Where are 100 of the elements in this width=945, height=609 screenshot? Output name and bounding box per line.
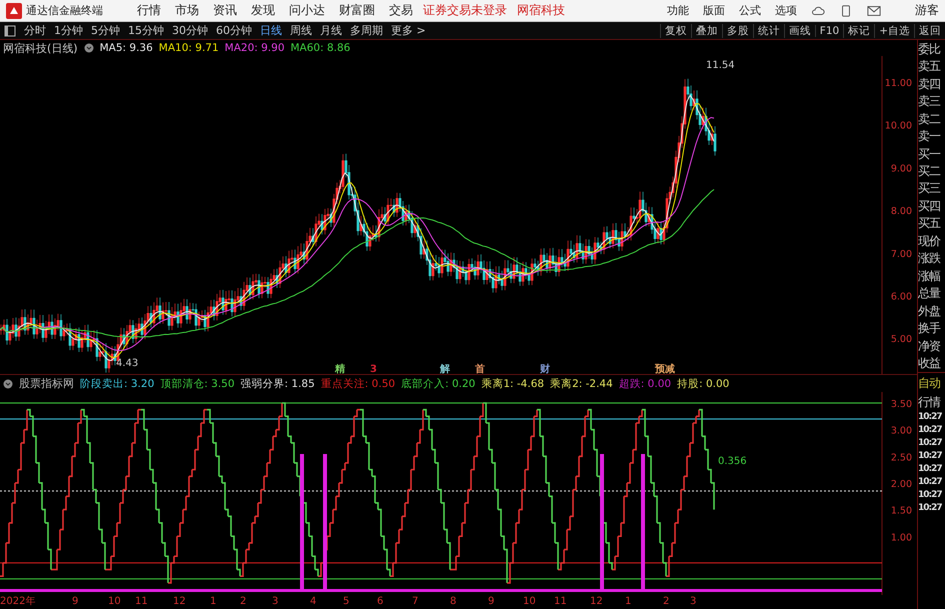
event-tag[interactable]: 解 xyxy=(440,364,450,374)
price-axis-label: 6.00 xyxy=(890,292,912,302)
period-tab[interactable]: 60分钟 xyxy=(216,23,252,38)
moving-average-value: MA20: 9.90 xyxy=(224,42,284,54)
menu-item[interactable]: 财富圈 xyxy=(339,2,375,19)
menu-item[interactable]: 问小达 xyxy=(289,2,325,19)
quote-field-label[interactable]: 净资 xyxy=(918,338,945,353)
event-tag[interactable]: 预减 xyxy=(655,364,675,374)
trade-time: 10:27 xyxy=(918,490,943,500)
trade-time: 10:27 xyxy=(918,412,943,422)
indicator-reading: 0.356 xyxy=(718,456,747,467)
quote-field-label[interactable]: 买三 xyxy=(918,181,945,196)
quote-field-label[interactable]: 卖五 xyxy=(918,59,945,74)
indicator-axis-label: 3.50 xyxy=(890,399,912,410)
tool-button[interactable]: 画线 xyxy=(784,24,811,38)
cloud-icon[interactable] xyxy=(811,4,825,16)
quote-field-label[interactable]: 买一 xyxy=(918,146,945,161)
quote-field-label[interactable]: 卖一 xyxy=(918,129,945,144)
tool-button[interactable]: 叠加 xyxy=(690,24,718,38)
date-axis-label: 10 xyxy=(523,595,536,609)
tool-button[interactable]: 多股 xyxy=(722,24,749,38)
price-axis-label: 5.00 xyxy=(890,334,912,346)
period-tab[interactable]: 1分钟 xyxy=(54,23,83,38)
date-axis-label: 11 xyxy=(135,595,148,609)
notice-link[interactable]: 网宿科技 xyxy=(517,2,565,19)
mail-icon[interactable] xyxy=(867,4,881,16)
date-axis-label: 1 xyxy=(625,595,632,609)
menu-item[interactable]: 发现 xyxy=(251,2,275,19)
user-label[interactable]: 游客 xyxy=(915,2,939,19)
quote-field-label[interactable]: 现价 xyxy=(918,234,945,248)
indicator-value: 乘离1: -4.68 xyxy=(481,376,544,390)
tool-button[interactable]: 返回 xyxy=(914,24,941,38)
phone-icon[interactable] xyxy=(839,4,853,16)
date-axis-label: 12 xyxy=(590,595,603,609)
settings-icon[interactable] xyxy=(84,43,94,53)
indicator-value: 底部介入: 0.20 xyxy=(401,376,476,390)
indicator-axis-label: 2.00 xyxy=(890,478,912,490)
indicator-value: 持股: 0.00 xyxy=(677,376,730,390)
period-tab[interactable]: 周线 xyxy=(290,23,312,38)
indicator-value: 顶部清仓: 3.50 xyxy=(160,376,235,390)
tool-button[interactable]: 复权 xyxy=(660,24,687,38)
period-tab[interactable]: 月线 xyxy=(320,23,342,38)
date-axis-label: 2 xyxy=(663,595,670,609)
trade-panel-label: 行情 xyxy=(918,395,942,409)
date-axis-label: 2 xyxy=(240,595,246,609)
menu-item[interactable]: 版面 xyxy=(703,3,725,18)
event-tag[interactable]: 财 xyxy=(540,364,550,374)
moving-average-value: MA10: 9.71 xyxy=(158,42,219,54)
indicator-name: 股票指标网 xyxy=(19,376,74,391)
date-axis-label: 3 xyxy=(690,595,696,609)
quote-field-label[interactable]: 卖三 xyxy=(918,94,945,108)
tool-button[interactable]: F10 xyxy=(814,24,840,36)
quote-field-label[interactable]: 买二 xyxy=(918,164,945,178)
menu-item[interactable]: 资讯 xyxy=(213,2,237,19)
date-axis-label: 9 xyxy=(488,595,494,609)
period-tab[interactable]: 分时 xyxy=(24,23,46,38)
quote-field-label[interactable]: 总量 xyxy=(918,286,945,300)
menu-item[interactable]: 选项 xyxy=(775,3,797,18)
event-tag[interactable]: 3 xyxy=(370,364,377,374)
event-tag[interactable]: 精 xyxy=(335,364,345,374)
quote-field-label[interactable]: 换手 xyxy=(918,321,945,336)
quote-field-label[interactable]: 卖二 xyxy=(918,112,945,126)
quote-field-label[interactable]: 买四 xyxy=(918,198,945,213)
indicator-axis-label: 3.00 xyxy=(890,426,912,437)
menu-item[interactable]: 行情 xyxy=(137,2,161,19)
quote-field-label[interactable]: 买五 xyxy=(918,216,945,230)
menu-item[interactable]: 市场 xyxy=(175,2,199,19)
quote-field-label[interactable]: 收益 xyxy=(918,356,945,370)
menu-item[interactable]: 公式 xyxy=(739,3,761,18)
settings-icon[interactable] xyxy=(3,378,13,388)
period-tab[interactable]: 多周期 xyxy=(350,23,383,38)
app-title: 通达信金融终端 xyxy=(26,3,103,18)
indicator-axis-label: 2.50 xyxy=(890,452,912,464)
menu-item[interactable]: 功能 xyxy=(667,3,689,18)
tool-button[interactable]: +自选 xyxy=(874,24,910,38)
date-axis-label: 11 xyxy=(554,595,567,609)
indicator-value: 超跌: 0.00 xyxy=(618,376,672,390)
period-tab[interactable]: 30分钟 xyxy=(172,23,208,38)
period-tab[interactable]: 更多 > xyxy=(391,23,426,38)
quote-field-label[interactable]: 外盘 xyxy=(918,304,945,318)
date-axis-label: 2022年 xyxy=(0,595,36,609)
auto-mode-label[interactable]: 自动 xyxy=(918,375,945,392)
event-tag[interactable]: 首 xyxy=(475,364,485,374)
tool-button[interactable]: 统计 xyxy=(752,24,780,38)
quote-field-label[interactable]: 卖四 xyxy=(918,76,945,91)
notice-link[interactable]: 证券交易未登录 xyxy=(423,2,507,19)
indicator-value: 强弱分界: 1.85 xyxy=(240,376,315,390)
period-tab[interactable]: 日线 xyxy=(260,23,282,38)
indicator-value: 乘离2: -2.44 xyxy=(550,376,613,390)
quote-field-label[interactable]: 涨幅 xyxy=(918,268,945,283)
period-tab[interactable]: 5分钟 xyxy=(91,23,120,38)
quote-field-label[interactable]: 委比 xyxy=(918,42,945,56)
quote-field-label[interactable]: 涨跌 xyxy=(918,251,945,266)
menu-item[interactable]: 交易 xyxy=(389,2,413,19)
date-axis-label: 7 xyxy=(412,595,418,609)
period-tab[interactable]: 15分钟 xyxy=(128,23,164,38)
price-axis-label: 10.00 xyxy=(884,120,912,132)
price-axis-label: 8.00 xyxy=(890,206,912,218)
tool-button[interactable]: 标记 xyxy=(843,24,870,38)
panel-icon[interactable] xyxy=(4,24,16,36)
